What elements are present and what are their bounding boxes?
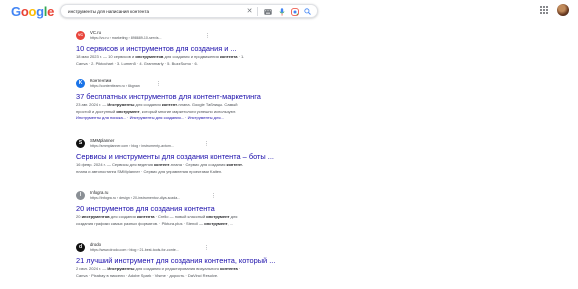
more-options-icon[interactable]: ⋮ — [205, 34, 210, 39]
result-title-link[interactable]: 37 бесплатных инструментов для контент-м… — [76, 92, 376, 102]
logo-letter: G — [11, 4, 21, 19]
sitelinks[interactable]: Инструменты для поиска... · Инструменты … — [76, 115, 376, 122]
search-icon[interactable] — [303, 7, 312, 16]
site-favicon: K — [76, 79, 85, 88]
site-url: https://contentteam.ru › 6kgnan — [90, 83, 140, 88]
result-title-link[interactable]: 10 сервисов и инструментов для создания … — [76, 44, 376, 54]
site-url: https://www.drodo.com › blog › 21-best-t… — [90, 247, 179, 252]
result-source[interactable]: I Infogra.ru https://infogra.ru › design… — [76, 190, 376, 202]
site-favicon: I — [76, 191, 85, 200]
search-result: VC VC.ru https://vc.ru › marketing › 898… — [76, 30, 376, 67]
search-result: I Infogra.ru https://infogra.ru › design… — [76, 190, 376, 227]
site-favicon: S — [76, 139, 85, 148]
site-name: Контентим — [90, 78, 112, 83]
site-url: https://smmplanner.com › blog › instrume… — [90, 143, 174, 148]
more-options-icon[interactable]: ⋮ — [156, 82, 161, 87]
result-source[interactable]: VC VC.ru https://vc.ru › marketing › 898… — [76, 30, 376, 42]
logo-letter: g — [36, 4, 44, 19]
result-title-link[interactable]: 21 лучший инструмент для создания контен… — [76, 256, 376, 266]
result-title-link[interactable]: Сервисы и инструменты для создания конте… — [76, 152, 376, 162]
more-options-icon[interactable]: ⋮ — [204, 142, 209, 147]
keyboard-icon[interactable] — [263, 7, 272, 16]
lens-icon[interactable] — [290, 7, 299, 16]
site-name: SMMplanner — [90, 138, 115, 143]
site-favicon: VC — [76, 31, 85, 40]
logo-letter: e — [47, 4, 55, 19]
apps-icon[interactable] — [540, 6, 548, 14]
search-result: S SMMplanner https://smmplanner.com › bl… — [76, 138, 376, 175]
result-source[interactable]: d drodo https://www.drodo.com › blog › 2… — [76, 242, 376, 254]
result-source[interactable]: S SMMplanner https://smmplanner.com › bl… — [76, 138, 376, 150]
more-options-icon[interactable]: ⋮ — [204, 246, 209, 251]
site-url: https://infogra.ru › design › 20-instrum… — [90, 195, 181, 200]
site-url: https://vc.ru › marketing › 898689-10-se… — [90, 35, 162, 40]
result-snippet-line: Canva · Pixabay в пиксели · Adobe Spark … — [76, 272, 219, 278]
site-favicon: d — [76, 243, 85, 252]
logo-letter: o — [20, 4, 29, 19]
search-box[interactable]: инструменты для написания контента ✕ — [60, 4, 318, 18]
header: Google инструменты для написания контент… — [0, 0, 578, 22]
search-result: d drodo https://www.drodo.com › blog › 2… — [76, 242, 376, 279]
result-snippet-line: плана и автопостинга SMMplanner · Сервис… — [76, 168, 223, 174]
result-title-link[interactable]: 20 инструментов для создания контента — [76, 204, 376, 214]
site-name: Infogra.ru — [90, 190, 109, 195]
result-source[interactable]: K Контентим https://contentteam.ru › 6kg… — [76, 78, 376, 90]
search-divider — [257, 7, 258, 16]
avatar[interactable] — [557, 4, 569, 16]
more-options-icon[interactable]: ⋮ — [211, 194, 216, 199]
close-icon[interactable]: ✕ — [245, 7, 254, 16]
search-result: K Контентим https://contentteam.ru › 6kg… — [76, 78, 376, 122]
google-logo[interactable]: Google — [11, 5, 54, 18]
result-snippet-line: создания графики самых разных форматов. … — [76, 220, 234, 226]
site-name: drodo — [90, 242, 101, 247]
logo-letter: o — [28, 4, 37, 19]
result-snippet-line: Canva · 2. Piktochart · 3. Lumen5 · 4. G… — [76, 60, 198, 66]
search-input[interactable]: инструменты для написания контента — [68, 7, 149, 16]
site-name: VC.ru — [90, 30, 101, 35]
mic-icon[interactable] — [277, 7, 286, 16]
